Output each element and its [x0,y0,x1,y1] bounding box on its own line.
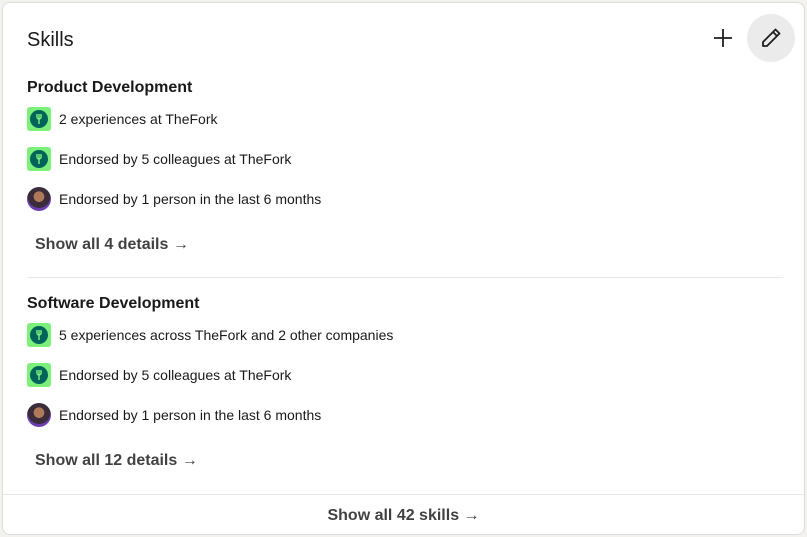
skill-item: Software Development 5 experiences acros… [27,293,783,469]
skill-detail-row: Endorsed by 1 person in the last 6 month… [27,187,321,211]
skill-name[interactable]: Software Development [27,293,783,315]
person-avatar-icon [27,403,51,427]
person-avatar-icon [27,187,51,211]
add-skill-button[interactable] [699,14,747,62]
skill-detail-text: Endorsed by 1 person in the last 6 month… [59,191,322,207]
skill-item: Product Development 2 experiences at The… [27,77,783,253]
divider [27,277,783,278]
plus-icon [714,29,732,47]
edit-skills-button[interactable] [747,14,795,62]
skill-detail-text: Endorsed by 5 colleagues at TheFork [59,151,292,167]
skill-name[interactable]: Product Development [27,77,783,99]
skill-detail-row: 5 experiences across TheFork and 2 other… [27,323,393,347]
skill-detail-row: 2 experiences at TheFork [27,107,218,131]
show-all-details-button[interactable]: Show all 12 details → [35,449,198,473]
thefork-logo-icon [27,363,51,387]
skill-detail-text: Endorsed by 1 person in the last 6 month… [59,407,322,423]
show-all-skills-button[interactable]: Show all 42 skills → [3,494,804,534]
skill-detail-row: Endorsed by 5 colleagues at TheFork [27,363,291,387]
thefork-logo-icon [27,323,51,347]
skill-detail-text: 5 experiences across TheFork and 2 other… [59,327,394,343]
skill-detail-row: Endorsed by 1 person in the last 6 month… [27,403,321,427]
show-all-details-button[interactable]: Show all 4 details → [35,233,189,257]
skill-detail-row: Endorsed by 5 colleagues at TheFork [27,147,291,171]
skill-detail-text: 2 experiences at TheFork [59,111,218,127]
thefork-logo-icon [27,107,51,131]
thefork-logo-icon [27,147,51,171]
card-title: Skills [27,29,74,51]
skills-card: Skills Product Development 2 experiences… [2,2,805,535]
skill-detail-text: Endorsed by 5 colleagues at TheFork [59,367,292,383]
pencil-icon [762,28,781,47]
